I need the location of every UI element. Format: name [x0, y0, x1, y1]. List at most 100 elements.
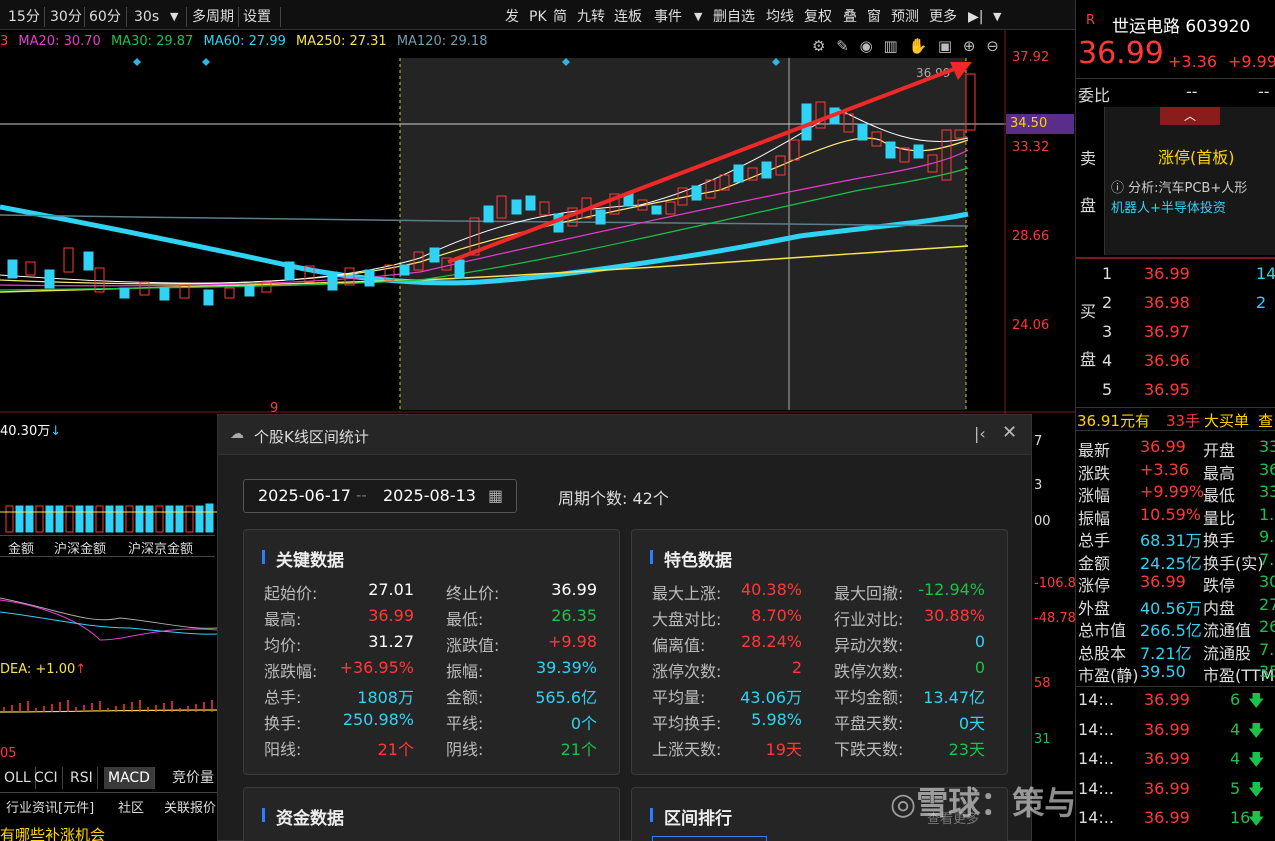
candle — [119, 287, 130, 299]
key-label: 换手: — [264, 714, 302, 733]
key-label: 阳线: — [264, 740, 302, 759]
feature-label: 平盘天数: — [834, 714, 904, 733]
vol-axis-3: 00 — [1034, 514, 1051, 529]
news-ticker[interactable]: 有哪些补涨机会 — [0, 824, 105, 841]
bid-row[interactable]: 3 36.97 — [1076, 322, 1275, 346]
tab-hsj-amount[interactable]: 沪深京金额 — [128, 538, 193, 557]
stat-value: 36. — [1259, 459, 1275, 479]
amount-tabs: 金额 沪深金额 沪深京金额 — [0, 535, 215, 557]
feature-label: 行业对比: — [834, 610, 904, 629]
tab-industry-news[interactable]: 行业资讯[元件] — [6, 797, 94, 816]
date-range-picker[interactable]: 2025-06-17 -- 2025-08-13 ▦ — [243, 479, 517, 513]
feature-label: 下跌天数: — [834, 740, 904, 759]
macd-axis-1: -106.8 — [1034, 576, 1076, 591]
dialog-title: 个股K线区间统计 — [254, 428, 369, 446]
axis-price-3: 33.32 — [1012, 140, 1050, 155]
dialog-header: ☁ 个股K线区间统计 |‹ ✕ — [218, 415, 1031, 455]
bid-level: 1 — [1102, 264, 1113, 283]
bid-row[interactable]: 2 36.98 2 — [1076, 293, 1275, 317]
weibi-label: 委比 — [1078, 86, 1111, 105]
candle — [244, 285, 255, 297]
tick-time: 14:.. — [1078, 690, 1114, 709]
market-icon: R — [1086, 13, 1096, 28]
big-order-price: 36.91元有 — [1077, 412, 1150, 430]
stat-value: 36.99 — [1140, 572, 1186, 591]
stat-value: 40.56万 — [1140, 598, 1202, 618]
tab-cci[interactable]: CCI — [30, 767, 63, 789]
stat-value: 33. — [1259, 437, 1275, 456]
candle — [595, 209, 606, 225]
tab-hs-amount[interactable]: 沪深金额 — [54, 538, 106, 557]
vol-axis-2: 3 — [1034, 478, 1043, 493]
feature-value: 8.70% — [751, 606, 802, 625]
bid-row[interactable]: 4 36.96 — [1076, 351, 1275, 375]
feature-label: 大盘对比: — [652, 610, 722, 629]
stat-value: 9.48 — [1259, 527, 1275, 546]
big-order-bar[interactable]: 36.91元有 33手 大买单 查 — [1076, 407, 1275, 431]
volume-bar — [185, 505, 194, 533]
feature-label: 平均金额: — [834, 688, 904, 707]
key-value: +9.98 — [547, 632, 597, 651]
feature-data-card: 特色数据 最大上涨: 40.38% 最大回撤: -12.94% 大盘对比: 8.70% 行业… — [631, 529, 1008, 775]
fund-data-card: 资金数据 — [243, 787, 620, 841]
tab-amount[interactable]: 金额 — [8, 538, 34, 557]
big-order-check[interactable]: 查 — [1258, 410, 1273, 431]
volume-bar — [195, 505, 204, 533]
stat-label: 最低 — [1203, 486, 1236, 505]
key-label: 金额: — [446, 688, 484, 707]
quote-stat-row: 金额 24.25亿换手(实)7.82 — [1076, 550, 1275, 573]
stat-value: 10.59% — [1140, 504, 1202, 524]
chevron-up-icon[interactable]: ︿ — [1160, 107, 1220, 125]
key-value: 36.99 — [368, 606, 414, 625]
stat-label: 换手(实) — [1203, 553, 1264, 573]
tab-related-quotes[interactable]: 关联报价 — [164, 797, 216, 816]
collapse-icon[interactable]: |‹ — [974, 424, 986, 443]
feature-data-title: 特色数据 — [650, 546, 732, 571]
key-value: 21个 — [560, 740, 597, 759]
key-value: 565.6亿 — [535, 688, 597, 707]
tab-community[interactable]: 社区 — [118, 797, 144, 816]
axis-price-4: 28.66 — [1012, 229, 1050, 244]
tab-macd[interactable]: MACD — [104, 767, 155, 789]
tick-time: 14:.. — [1078, 719, 1114, 739]
date-start[interactable]: 2025-06-17 — [258, 486, 351, 505]
order-book-sell: ︿ 涨停(首板) ⓘ 分析:汽车PCB+人形 机器人+半导体投资 — [1104, 107, 1275, 255]
tab-auction-volume[interactable]: 竞价量 — [168, 767, 219, 789]
volume-bar — [125, 505, 134, 533]
bid-level: 2 — [1102, 293, 1113, 312]
arrow-down-icon: 🡇 — [1248, 750, 1265, 769]
volume-bar — [35, 505, 44, 533]
feature-value: 19天 — [765, 740, 802, 759]
candle — [203, 289, 214, 306]
bid-level: 5 — [1102, 380, 1113, 399]
quote-stat-row: 涨幅 +9.99%最低 33. — [1076, 482, 1275, 505]
range-stats-dialog: ☁ 个股K线区间统计 |‹ ✕ 2025-06-17 -- 2025-08-13… — [217, 414, 1032, 841]
stat-value: 33. — [1259, 482, 1275, 501]
stock-name: 世运电路 603920 — [1112, 17, 1251, 37]
bid-level: 3 — [1102, 322, 1113, 341]
calendar-icon[interactable]: ▦ — [488, 486, 503, 505]
key-data-title: 关键数据 — [262, 546, 344, 571]
key-label: 最高: — [264, 610, 302, 629]
tick-time: 14:.. — [1078, 778, 1114, 798]
key-value: 250.98% — [342, 710, 414, 729]
bid-row[interactable]: 5 36.95 — [1076, 380, 1275, 404]
bid-row[interactable]: 1 36.99 146 — [1076, 264, 1275, 288]
stat-label: 外盘 — [1078, 598, 1111, 618]
fund-data-title: 资金数据 — [262, 804, 344, 829]
tick-row: 14:.. 36.99 6 🡇 — [1076, 690, 1275, 712]
feature-label: 平均量: — [652, 688, 706, 707]
stat-label: 最新 — [1078, 441, 1111, 460]
feature-value: 13.47亿 — [923, 688, 985, 707]
close-icon[interactable]: ✕ — [1002, 422, 1017, 443]
stat-value: 7.21亿 — [1140, 643, 1192, 663]
macd-low-label: 05 — [0, 746, 17, 761]
key-data-card: 关键数据 起始价: 27.01 终止价: 36.99 最高: 36.99 最低: 26.35 均… — [243, 529, 620, 775]
volume-bar — [95, 505, 104, 533]
stat-value: 266.5 — [1259, 617, 1275, 636]
tab-rsi[interactable]: RSI — [66, 767, 98, 789]
analysis-text-2: 机器人+半导体投资 — [1111, 201, 1226, 216]
bid-volume: 146 — [1256, 264, 1275, 283]
tick-time: 14:.. — [1078, 808, 1114, 827]
date-end[interactable]: 2025-08-13 — [383, 486, 476, 505]
